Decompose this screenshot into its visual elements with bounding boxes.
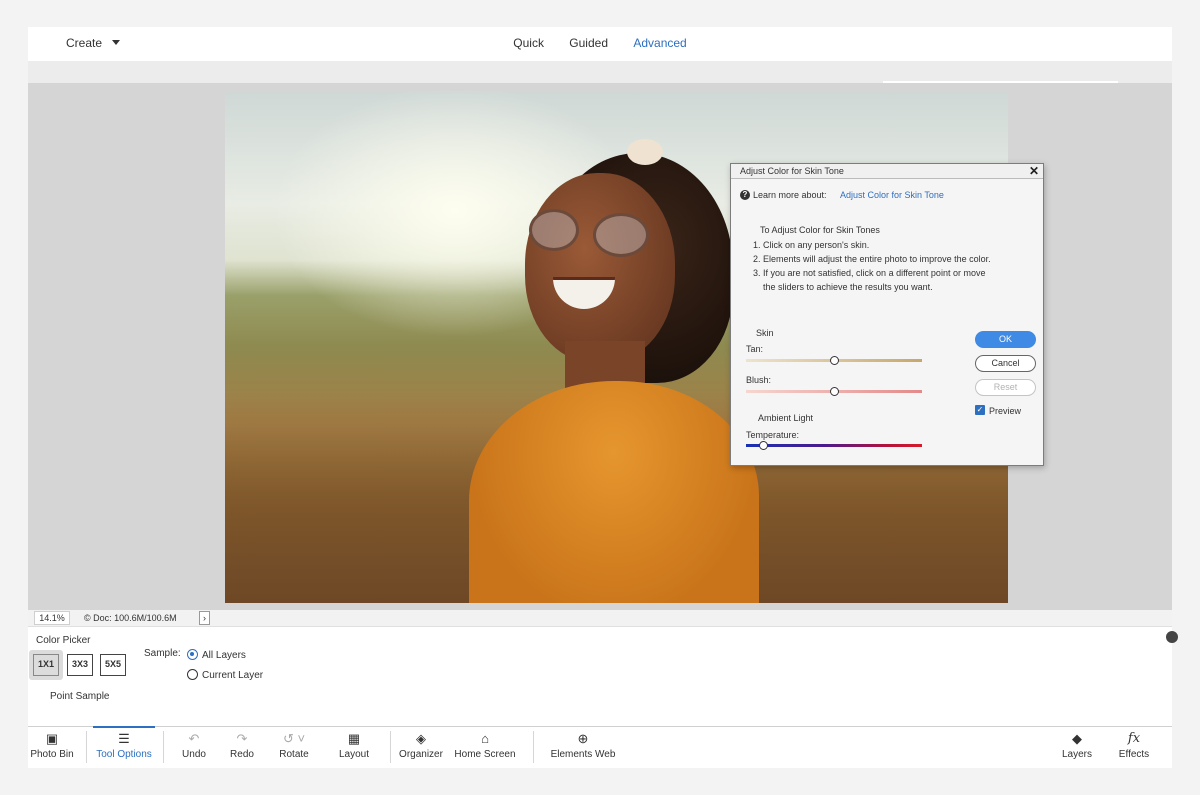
photo-face [525,173,675,363]
fx-icon: fx [1127,731,1141,746]
instruction-step: 3. If you are not satisfied, click on a … [753,268,986,278]
undo-icon: ↶ [188,731,200,746]
sample-size-3x3[interactable]: 3X3 [67,654,93,676]
photo-bin-button[interactable]: ▣ Photo Bin [28,727,76,769]
mode-quick[interactable]: Quick [513,36,544,50]
tan-slider-handle[interactable] [829,356,839,365]
tool-options-label: Tool Options [96,749,152,760]
photo-bin-label: Photo Bin [30,749,74,760]
top-bar: Create Quick Guided Advanced [28,27,1172,61]
preview-checkbox[interactable]: ✓ [975,405,985,415]
bottom-toolbar: ▣ Photo Bin ☰ Tool Options ↶ Undo ↷ Redo… [28,726,1172,768]
tan-label: Tan: [746,344,764,354]
tool-options-icon: ☰ [118,731,130,746]
divider [163,731,164,763]
ambient-light-label: Ambient Light [758,413,814,423]
learn-more-label: Learn more about: [753,190,827,200]
redo-button[interactable]: ↷ Redo [224,727,260,769]
globe-icon: ⊕ [577,731,589,746]
status-bar: 14.1% © Doc: 100.6M/100.6M › [28,610,1172,626]
tool-options-button[interactable]: ☰ Tool Options [93,727,155,769]
organizer-button[interactable]: ◈ Organizer [398,727,444,769]
instruction-step: 2. Elements will adjust the entire photo… [753,254,991,264]
rotate-icon: ↺ ˅ [282,731,306,746]
home-icon: ⌂ [481,731,489,746]
status-expand-arrow[interactable]: › [199,611,210,625]
effects-button[interactable]: fx Effects [1116,727,1152,769]
mode-guided[interactable]: Guided [569,36,608,50]
sample-size-1x1[interactable]: 1X1 [33,654,59,676]
effects-label: Effects [1118,749,1150,760]
elements-web-label: Elements Web [550,749,616,760]
rotate-button[interactable]: ↺ ˅ Rotate [276,727,312,769]
organizer-label: Organizer [399,749,443,760]
close-icon[interactable]: ✕ [1029,164,1039,178]
divider [86,731,87,763]
mode-switcher: Quick Guided Advanced [28,36,1172,50]
document-info: © Doc: 100.6M/100.6M [84,613,177,623]
temperature-slider-handle[interactable] [759,441,769,450]
redo-icon: ↷ [236,731,248,746]
blush-slider-handle[interactable] [829,387,839,396]
photo-shirt [469,381,759,603]
layout-icon: ▦ [347,731,361,746]
divider [390,731,391,763]
layout-label: Layout [338,749,370,760]
tool-options-panel: Color Picker 1X1 3X3 5X5 Point Sample Sa… [28,626,1178,726]
organizer-icon: ◈ [416,731,426,746]
layers-button[interactable]: ◆ Layers [1058,727,1096,769]
elements-web-button[interactable]: ⊕ Elements Web [550,727,616,769]
layout-button[interactable]: ▦ Layout [334,727,374,769]
skin-section-label: Skin [756,328,774,338]
temperature-label: Temperature: [746,430,800,440]
home-screen-button[interactable]: ⌂ Home Screen [454,727,516,769]
options-strip [28,61,1172,83]
learn-more-link[interactable]: Adjust Color for Skin Tone [840,190,944,200]
tool-options-title: Color Picker [36,635,91,646]
adjust-skin-tone-dialog: Adjust Color for Skin Tone ✕ ? Learn mor… [730,163,1044,466]
layers-label: Layers [1061,749,1092,760]
cancel-button[interactable]: Cancel [975,355,1036,372]
photo-bin-icon: ▣ [45,731,59,746]
instruction-step: 1. Click on any person's skin. [753,240,870,250]
photo-scrunchie [627,139,663,165]
layers-icon: ◆ [1072,731,1082,746]
divider [533,731,534,763]
home-screen-label: Home Screen [454,749,516,760]
app-window: Create Quick Guided Advanced Adjust Colo… [28,27,1178,768]
ok-button[interactable]: OK [975,331,1036,348]
undo-label: Undo [182,749,206,760]
help-icon: ? [740,190,750,200]
radio-all-layers[interactable] [187,649,198,660]
sample-label: Sample: [144,648,181,659]
preview-label[interactable]: Preview [989,406,1021,416]
rotate-label: Rotate [279,749,309,760]
radio-current-layer[interactable] [187,669,198,680]
current-layer-label[interactable]: Current Layer [202,670,263,681]
photo-sunglasses-left [529,209,579,251]
all-layers-label[interactable]: All Layers [202,650,246,661]
instructions-title: To Adjust Color for Skin Tones [760,225,880,235]
instruction-step: the sliders to achieve the results you w… [763,282,933,292]
photo-sunglasses-right [593,213,649,257]
mode-advanced[interactable]: Advanced [633,36,686,50]
dialog-title[interactable]: Adjust Color for Skin Tone [731,164,1043,179]
undo-button[interactable]: ↶ Undo [176,727,212,769]
point-sample-label: Point Sample [50,691,110,702]
sample-size-5x5[interactable]: 5X5 [100,654,126,676]
temperature-slider-track[interactable] [746,444,922,447]
blush-label: Blush: [746,375,772,385]
redo-label: Redo [230,749,254,760]
help-icon[interactable] [1166,631,1178,643]
reset-button[interactable]: Reset [975,379,1036,396]
zoom-level[interactable]: 14.1% [34,611,70,625]
